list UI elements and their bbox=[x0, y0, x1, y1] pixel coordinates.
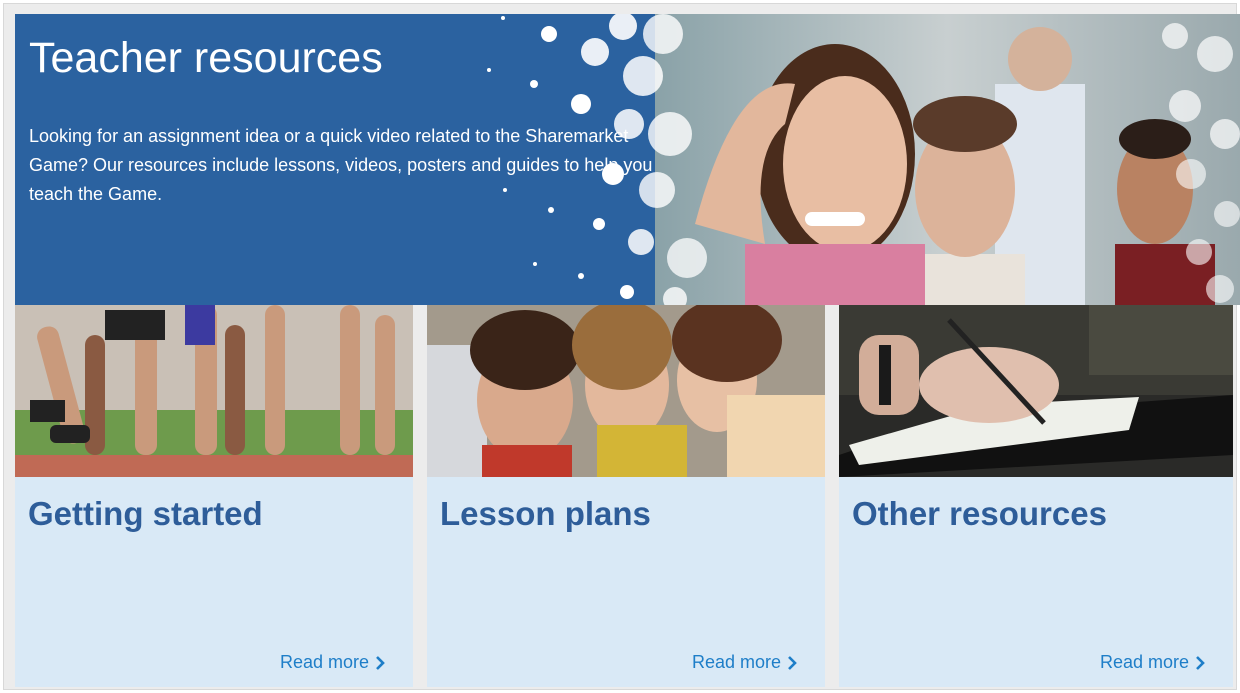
card-title: Other resources bbox=[852, 495, 1107, 532]
read-more-label: Read more bbox=[1099, 652, 1189, 672]
card-title: Lesson plans bbox=[440, 495, 651, 532]
hand-writing-notebook-photo bbox=[839, 305, 1233, 477]
read-more-link[interactable]: Read more bbox=[692, 652, 797, 673]
hero-banner: Teacher resources Looking for an assignm… bbox=[15, 14, 1240, 305]
chevron-right-icon bbox=[1196, 655, 1205, 670]
runners-starting-line-photo bbox=[15, 305, 413, 477]
read-more-link[interactable]: Read more bbox=[1100, 652, 1205, 673]
card-other-resources[interactable]: Other resources Read more bbox=[839, 305, 1233, 687]
card-title: Getting started bbox=[28, 495, 263, 532]
card-getting-started[interactable]: Getting started Read more bbox=[15, 305, 413, 687]
hero-description: Looking for an assignment idea or a quic… bbox=[29, 126, 653, 204]
page-title: Teacher resources bbox=[29, 34, 383, 82]
students-at-laptop-photo bbox=[427, 305, 825, 477]
chevron-right-icon bbox=[788, 655, 797, 670]
read-more-label: Read more bbox=[279, 652, 369, 672]
chevron-right-icon bbox=[376, 655, 385, 670]
read-more-label: Read more bbox=[691, 652, 781, 672]
read-more-link[interactable]: Read more bbox=[280, 652, 385, 673]
card-lesson-plans[interactable]: Lesson plans Read more bbox=[427, 305, 825, 687]
hero-students-photo bbox=[655, 14, 1240, 305]
